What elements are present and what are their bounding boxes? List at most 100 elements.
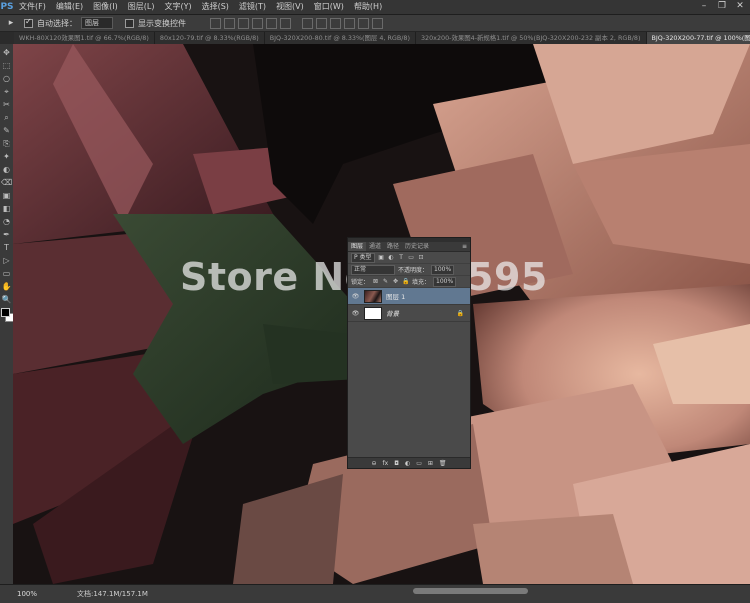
color-swatches[interactable] xyxy=(1,308,13,322)
panel-tab[interactable]: 图层 xyxy=(348,242,366,251)
tool-icon[interactable]: ◧ xyxy=(1,203,12,214)
opacity-field[interactable]: 100% xyxy=(431,265,454,275)
document-size[interactable]: 文档:147.1M/157.1M xyxy=(77,589,148,599)
lock-all-icon[interactable]: 🔒 xyxy=(402,278,409,285)
tool-icon[interactable]: ⎘ xyxy=(1,138,12,149)
menu-item[interactable]: 视图(V) xyxy=(271,0,309,14)
filter-shape-icon[interactable]: ▭ xyxy=(408,254,415,261)
tool-icon[interactable]: ✦ xyxy=(1,151,12,162)
document-tab[interactable]: BJQ-320X200-80.tif @ 8.33%(图层 4, RGB/8) xyxy=(265,32,416,44)
tool-icon[interactable]: ◐ xyxy=(1,164,12,175)
lock-transparent-icon[interactable]: ⊠ xyxy=(372,278,379,285)
menu-bar: PS 文件(F)编辑(E)图像(I)图层(L)文字(Y)选择(S)滤镜(T)视图… xyxy=(0,0,750,15)
distribute-right-icon[interactable] xyxy=(372,18,383,29)
panel-footer-icon[interactable]: 🗑 xyxy=(439,460,447,467)
tool-icon[interactable]: ⬚ xyxy=(1,60,12,71)
menu-item[interactable]: 帮助(H) xyxy=(349,0,387,14)
tool-icon[interactable]: 🔍 xyxy=(1,294,12,305)
filter-pixel-icon[interactable]: ▣ xyxy=(378,254,385,261)
panel-footer-icon[interactable]: ⊞ xyxy=(428,460,433,467)
fill-field[interactable]: 100% xyxy=(433,277,456,287)
menu-item[interactable]: 窗口(W) xyxy=(309,0,349,14)
filter-smart-icon[interactable]: ⊡ xyxy=(418,254,425,261)
tool-icon[interactable]: ○ xyxy=(1,73,12,84)
move-tool-preset-icon[interactable]: ▸ xyxy=(2,17,20,29)
panel-tab[interactable]: 历史记录 xyxy=(402,242,432,251)
tool-icon[interactable]: ▭ xyxy=(1,268,12,279)
blend-row: 正常 不透明度： 100% xyxy=(348,264,470,276)
panel-footer-icon[interactable]: ◘ xyxy=(394,460,399,467)
horizontal-scrollbar[interactable] xyxy=(413,588,528,594)
show-transform-checkbox[interactable] xyxy=(125,19,134,28)
minimize-button[interactable]: – xyxy=(698,1,710,12)
layer-row[interactable]: 👁背景🔒 xyxy=(348,305,470,322)
tool-icon[interactable]: ✥ xyxy=(1,47,12,58)
lock-position-icon[interactable]: ✥ xyxy=(392,278,399,285)
distribute-hcenter-icon[interactable] xyxy=(358,18,369,29)
show-transform-label: 显示变换控件 xyxy=(138,18,186,29)
tool-icon[interactable]: ✋ xyxy=(1,281,12,292)
align-left-icon[interactable] xyxy=(252,18,263,29)
tool-icon[interactable]: ⌫ xyxy=(1,177,12,188)
panel-footer-icon[interactable]: ▭ xyxy=(416,460,422,467)
visibility-eye-icon[interactable]: 👁 xyxy=(351,293,360,300)
panel-tab[interactable]: 通道 xyxy=(366,242,384,251)
align-top-icon[interactable] xyxy=(210,18,221,29)
filter-type-icon[interactable]: T xyxy=(398,254,405,261)
auto-select-checkbox[interactable] xyxy=(24,19,33,28)
menu-item[interactable]: 文件(F) xyxy=(14,0,51,14)
panel-footer-icon[interactable]: ⊖ xyxy=(371,460,376,467)
panel-tabs: 图层通道路径历史记录 ≡ xyxy=(348,242,470,252)
document-tab[interactable]: 320x200-效果图4-新规格1.tif @ 50%(BJQ-320X200-… xyxy=(416,32,647,44)
foreground-color-swatch[interactable] xyxy=(1,308,10,317)
menu-item[interactable]: 文字(Y) xyxy=(159,0,196,14)
layer-row[interactable]: 👁图层 1 xyxy=(348,288,470,305)
panel-footer-icon[interactable]: ◐ xyxy=(405,460,410,467)
menu-item[interactable]: 编辑(E) xyxy=(51,0,88,14)
fill-label: 填充： xyxy=(412,277,430,286)
tool-icon[interactable]: ✒ xyxy=(1,229,12,240)
restore-button[interactable]: ❐ xyxy=(716,1,728,12)
menu-item[interactable]: 图像(I) xyxy=(88,0,123,14)
tool-icon[interactable]: ▣ xyxy=(1,190,12,201)
tool-icon[interactable]: T xyxy=(1,242,12,253)
lock-row: 锁定： ⊠ ✎ ✥ 🔒 填充： 100% xyxy=(348,276,470,288)
panel-tab[interactable]: 路径 xyxy=(384,242,402,251)
layer-filter-dropdown[interactable]: P 类型 xyxy=(351,253,375,263)
opacity-label: 不透明度： xyxy=(398,265,428,274)
tool-icon[interactable]: ✎ xyxy=(1,125,12,136)
distribute-vcenter-icon[interactable] xyxy=(316,18,327,29)
menu-item[interactable]: 选择(S) xyxy=(197,0,234,14)
menu-item[interactable]: 滤镜(T) xyxy=(234,0,271,14)
distribute-left-icon[interactable] xyxy=(344,18,355,29)
tool-icon[interactable]: ◔ xyxy=(1,216,12,227)
document-tab[interactable]: WKH-80X120效果图1.tif @ 66.7%(RGB/8) xyxy=(14,32,155,44)
align-vcenter-icon[interactable] xyxy=(224,18,235,29)
lock-label: 锁定： xyxy=(351,277,369,286)
auto-select-dropdown[interactable]: 图层 xyxy=(81,17,113,29)
align-right-icon[interactable] xyxy=(280,18,291,29)
close-button[interactable]: ✕ xyxy=(734,1,746,12)
layer-thumbnail xyxy=(364,307,382,320)
filter-adjust-icon[interactable]: ◐ xyxy=(388,254,395,261)
distribute-top-icon[interactable] xyxy=(302,18,313,29)
align-bottom-icon[interactable] xyxy=(238,18,249,29)
blend-mode-dropdown[interactable]: 正常 xyxy=(351,265,395,275)
visibility-eye-icon[interactable]: 👁 xyxy=(351,310,360,317)
tool-icon[interactable]: ⌖ xyxy=(1,86,12,97)
zoom-level[interactable]: 100% xyxy=(0,590,57,598)
panel-menu-icon[interactable]: ≡ xyxy=(462,242,470,251)
document-tab[interactable]: BJQ-320X200-77.tif @ 100%(图层 1, RGB/8) xyxy=(647,32,750,44)
panel-footer-icon[interactable]: fx xyxy=(383,460,389,467)
distribute-bottom-icon[interactable] xyxy=(330,18,341,29)
layer-name: 背景 xyxy=(386,308,399,318)
tool-icon[interactable]: ✂ xyxy=(1,99,12,110)
lock-image-icon[interactable]: ✎ xyxy=(382,278,389,285)
menu-item[interactable]: 图层(L) xyxy=(123,0,160,14)
filter-row: P 类型 ▣ ◐ T ▭ ⊡ xyxy=(348,252,470,264)
align-hcenter-icon[interactable] xyxy=(266,18,277,29)
layers-list: 👁图层 1👁背景🔒 xyxy=(348,288,470,322)
tool-icon[interactable]: ⌕ xyxy=(1,112,12,123)
tool-icon[interactable]: ▷ xyxy=(1,255,12,266)
document-tab[interactable]: 80x120-79.tif @ 8.33%(RGB/8) xyxy=(155,32,265,44)
